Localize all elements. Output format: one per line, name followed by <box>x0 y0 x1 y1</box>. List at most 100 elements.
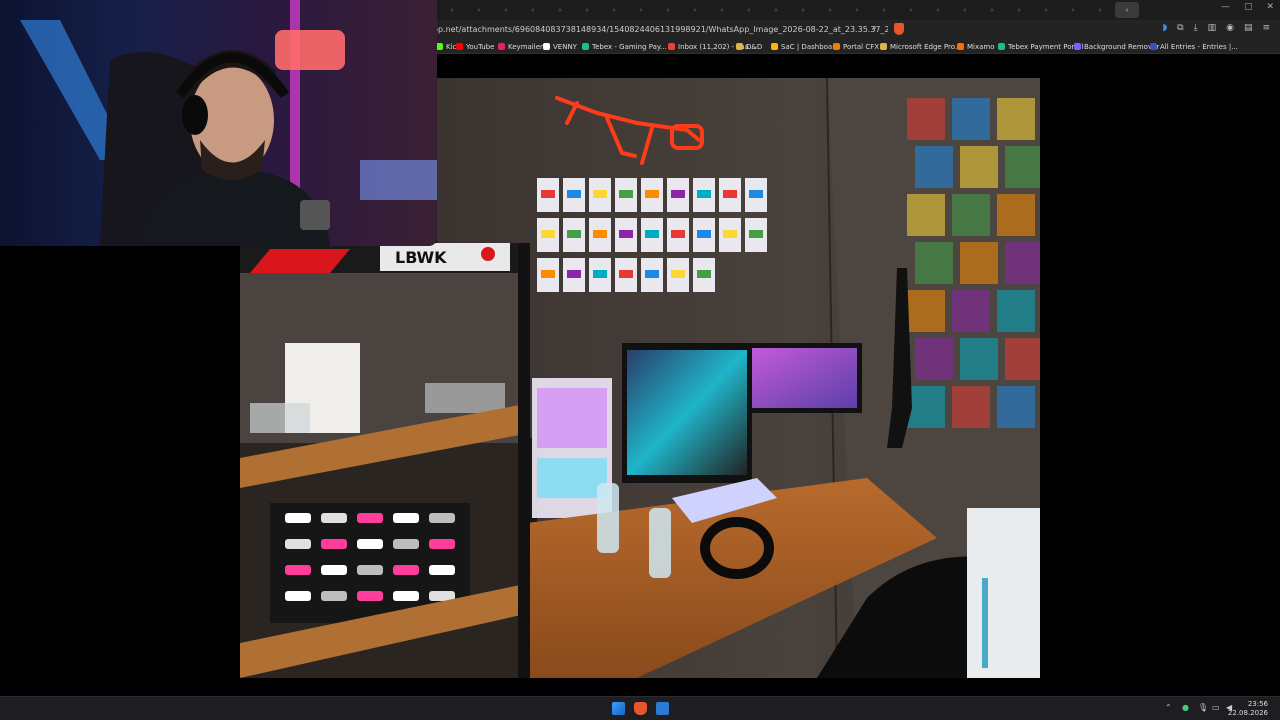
poster-card <box>915 146 953 188</box>
diecast-car <box>749 190 763 198</box>
brave-shield-icon[interactable] <box>894 23 904 35</box>
browser-tab[interactable]: ◦ <box>764 2 788 18</box>
diecast-car <box>429 565 455 575</box>
bookmark-favicon-icon <box>957 43 964 50</box>
browser-tab[interactable]: ◦ <box>683 2 707 18</box>
browser-tab[interactable]: ◦ <box>521 2 545 18</box>
poster-card <box>915 338 953 380</box>
diecast-car <box>357 591 383 601</box>
start-icon[interactable] <box>612 702 625 715</box>
browser-tab[interactable]: ◦ <box>710 2 734 18</box>
network-icon[interactable]: ▭ <box>1212 703 1220 712</box>
bookmark-favicon-icon <box>668 43 675 50</box>
minimize-icon[interactable]: — <box>1221 2 1230 12</box>
bookmark-item[interactable]: YouTube <box>456 41 494 53</box>
browser-tab[interactable]: ◦ <box>899 2 923 18</box>
browser-tab[interactable]: ◦ <box>656 2 680 18</box>
bookmark-item[interactable]: All Entries - Entries |... <box>1150 41 1238 53</box>
poster-card <box>907 386 945 428</box>
bookmark-item[interactable]: SaC | Dashboard <box>771 41 839 53</box>
browser-tab[interactable]: ◦ <box>953 2 977 18</box>
bookmark-favicon-icon <box>736 43 743 50</box>
diecast-car <box>393 591 419 601</box>
browser-tab[interactable]: ◦ <box>1061 2 1085 18</box>
diecast-car <box>645 230 659 238</box>
bookmark-item[interactable]: Background Remover <box>1074 41 1159 53</box>
close-icon[interactable]: ✕ <box>1266 2 1274 12</box>
bookmark-favicon-icon <box>771 43 778 50</box>
tab-list: ◦◦◦◦◦◦◦◦◦◦◦◦◦◦◦◦◦◦◦◦◦◦◦◦◦◦◦ <box>410 2 1139 18</box>
bookmark-favicon-icon <box>880 43 887 50</box>
browser-tab[interactable]: ◦ <box>575 2 599 18</box>
poster-wall <box>907 98 1040 428</box>
clock-date: 22.08.2026 <box>1227 709 1268 717</box>
diecast-car <box>321 565 347 575</box>
poster-card <box>952 386 990 428</box>
poster-card <box>997 98 1035 140</box>
browser-tab[interactable]: ◦ <box>548 2 572 18</box>
browser-tab[interactable]: ◦ <box>872 2 896 18</box>
browser-tab[interactable]: ◦ <box>791 2 815 18</box>
bookmark-item[interactable]: Mixamo <box>957 41 995 53</box>
diecast-car <box>285 539 311 549</box>
diecast-car <box>357 513 383 523</box>
browser-tab[interactable]: ◦ <box>818 2 842 18</box>
poster-card <box>907 98 945 140</box>
diecast-car <box>619 270 633 278</box>
bookmark-favicon-icon <box>1150 43 1157 50</box>
bookmark-item[interactable]: D&D <box>736 41 762 53</box>
bookmark-item[interactable]: Portal CFX <box>833 41 879 53</box>
vpn-icon[interactable]: ◉ <box>1226 23 1234 33</box>
browser-tab[interactable]: ◦ <box>629 2 653 18</box>
browser-tab[interactable]: ◦ <box>737 2 761 18</box>
url-input[interactable]: app.net/attachments/69608408373814893​4/… <box>428 23 888 37</box>
diecast-car <box>429 513 455 523</box>
browser-tab[interactable]: ◦ <box>494 2 518 18</box>
browser-tab[interactable]: ◦ <box>440 2 464 18</box>
diecast-car <box>567 270 581 278</box>
browser-tab[interactable]: ◦ <box>1115 2 1139 18</box>
bookmark-label: D&D <box>746 43 763 51</box>
bookmark-item[interactable]: Keymailer <box>498 41 543 53</box>
menu-icon[interactable]: ≡ <box>1262 23 1270 33</box>
bookmark-item[interactable]: Tebex - Gaming Pay... <box>582 41 667 53</box>
browser-tab[interactable]: ◦ <box>980 2 1004 18</box>
mic-icon[interactable]: 🎙︎ <box>1198 703 1208 712</box>
diecast-car <box>357 539 383 549</box>
browser-tab[interactable]: ◦ <box>1034 2 1058 18</box>
bookmark-label: All Entries - Entries |... <box>1160 43 1238 51</box>
sidebar-icon[interactable]: ▥ <box>1208 23 1217 33</box>
diecast-car <box>749 230 763 238</box>
taskbar: ⌃ ● 🎙︎ ▭ ◀ 23:56 22.08.2026 <box>0 696 1280 720</box>
app-icon[interactable] <box>656 702 669 715</box>
browser-tab[interactable]: ◦ <box>926 2 950 18</box>
browser-tab[interactable]: ◦ <box>845 2 869 18</box>
tray-chevron-icon[interactable]: ⌃ <box>1165 703 1172 712</box>
browser-tab[interactable]: ◦ <box>467 2 491 18</box>
bookmark-item[interactable]: VENNY <box>543 41 577 53</box>
brave-browser-icon[interactable] <box>634 702 647 715</box>
diecast-car <box>321 513 347 523</box>
bookmark-item[interactable]: Microsoft Edge Pro... <box>880 41 962 53</box>
poster-card <box>952 194 990 236</box>
bookmark-favicon-icon <box>833 43 840 50</box>
diecast-car <box>393 565 419 575</box>
downloads-icon[interactable]: ⤓ <box>1194 23 1198 33</box>
browser-tab[interactable]: ◦ <box>602 2 626 18</box>
browser-tab[interactable]: ◦ <box>1007 2 1031 18</box>
extensions-icon[interactable]: ⧉ <box>1177 23 1183 33</box>
lamp <box>275 30 345 70</box>
bookmark-label: YouTube <box>466 43 495 51</box>
streamer-video <box>0 0 437 246</box>
bookmark-favicon-icon <box>436 43 443 50</box>
zoom-icon[interactable]: ⌕ <box>872 23 877 33</box>
translate-icon[interactable]: ◗ <box>1162 23 1167 33</box>
maximize-icon[interactable]: ▢ <box>1244 2 1253 12</box>
poster-card <box>997 194 1035 236</box>
poster-card <box>960 146 998 188</box>
diecast-car <box>541 270 555 278</box>
clock[interactable]: 23:56 22.08.2026 <box>1228 700 1268 718</box>
bookmark-item[interactable]: Tebex Payment Portal <box>998 41 1083 53</box>
browser-tab[interactable]: ◦ <box>1088 2 1112 18</box>
wallet-icon[interactable]: ▤ <box>1244 23 1253 33</box>
